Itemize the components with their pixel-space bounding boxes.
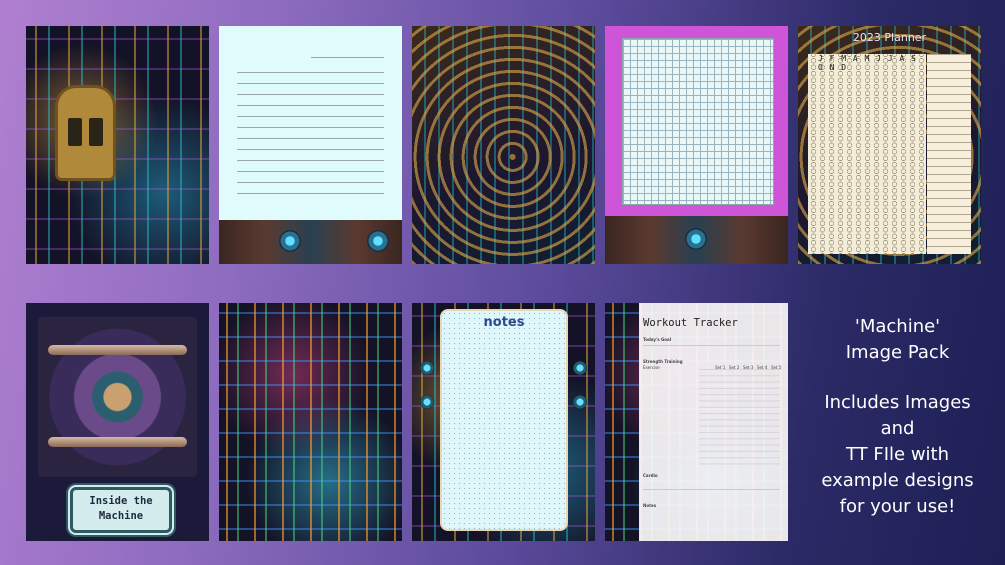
circuit-image-1	[26, 26, 209, 264]
cardio-label: Cardio	[643, 473, 658, 478]
notes-label: Notes	[643, 503, 657, 508]
planner-title: 2023 Planner	[852, 31, 927, 44]
workout-title: Workout Tracker	[643, 317, 738, 329]
notes-title: notes	[483, 315, 525, 330]
exercise-label: Exercise	[643, 365, 660, 370]
machine-strip	[605, 216, 788, 264]
workout-rows	[699, 369, 780, 469]
planner-image: 2023 Planner J F M A M J J A S O N D	[798, 26, 981, 264]
chip-graphic	[58, 88, 113, 178]
machine-cover-image: Inside the Machine	[26, 303, 209, 541]
workout-sheet: Workout Tracker Today's Goal Strength Tr…	[639, 303, 788, 541]
strength-training-label: Strength Training	[643, 359, 683, 364]
cover-label: Inside the Machine	[70, 487, 172, 533]
pack-description: Includes Images and TT FIle with example…	[821, 392, 974, 517]
machine-strip	[219, 220, 402, 264]
planner-notes-column	[927, 54, 971, 254]
todays-goal-label: Today's Goal	[643, 337, 672, 342]
circuit-image-2	[412, 26, 595, 264]
pack-title: 'Machine' Image Pack	[845, 316, 950, 363]
cover-label-text: Inside the Machine	[89, 495, 153, 522]
notes-page-image: notes	[412, 303, 595, 541]
lined-paper-image	[219, 26, 402, 264]
machine-art	[38, 317, 197, 477]
neon-circuit-image	[219, 303, 402, 541]
lined-paper	[219, 26, 402, 220]
grid-frame	[605, 26, 788, 216]
notes-card: notes	[442, 311, 566, 529]
workout-tracker-image: Workout Tracker Today's Goal Strength Tr…	[605, 303, 788, 541]
grid-paper	[622, 38, 774, 205]
grid-paper-image	[605, 26, 788, 264]
planner-months: J F M A M J J A S O N D	[818, 54, 917, 72]
planner-grid: J F M A M J J A S O N D	[808, 54, 926, 254]
